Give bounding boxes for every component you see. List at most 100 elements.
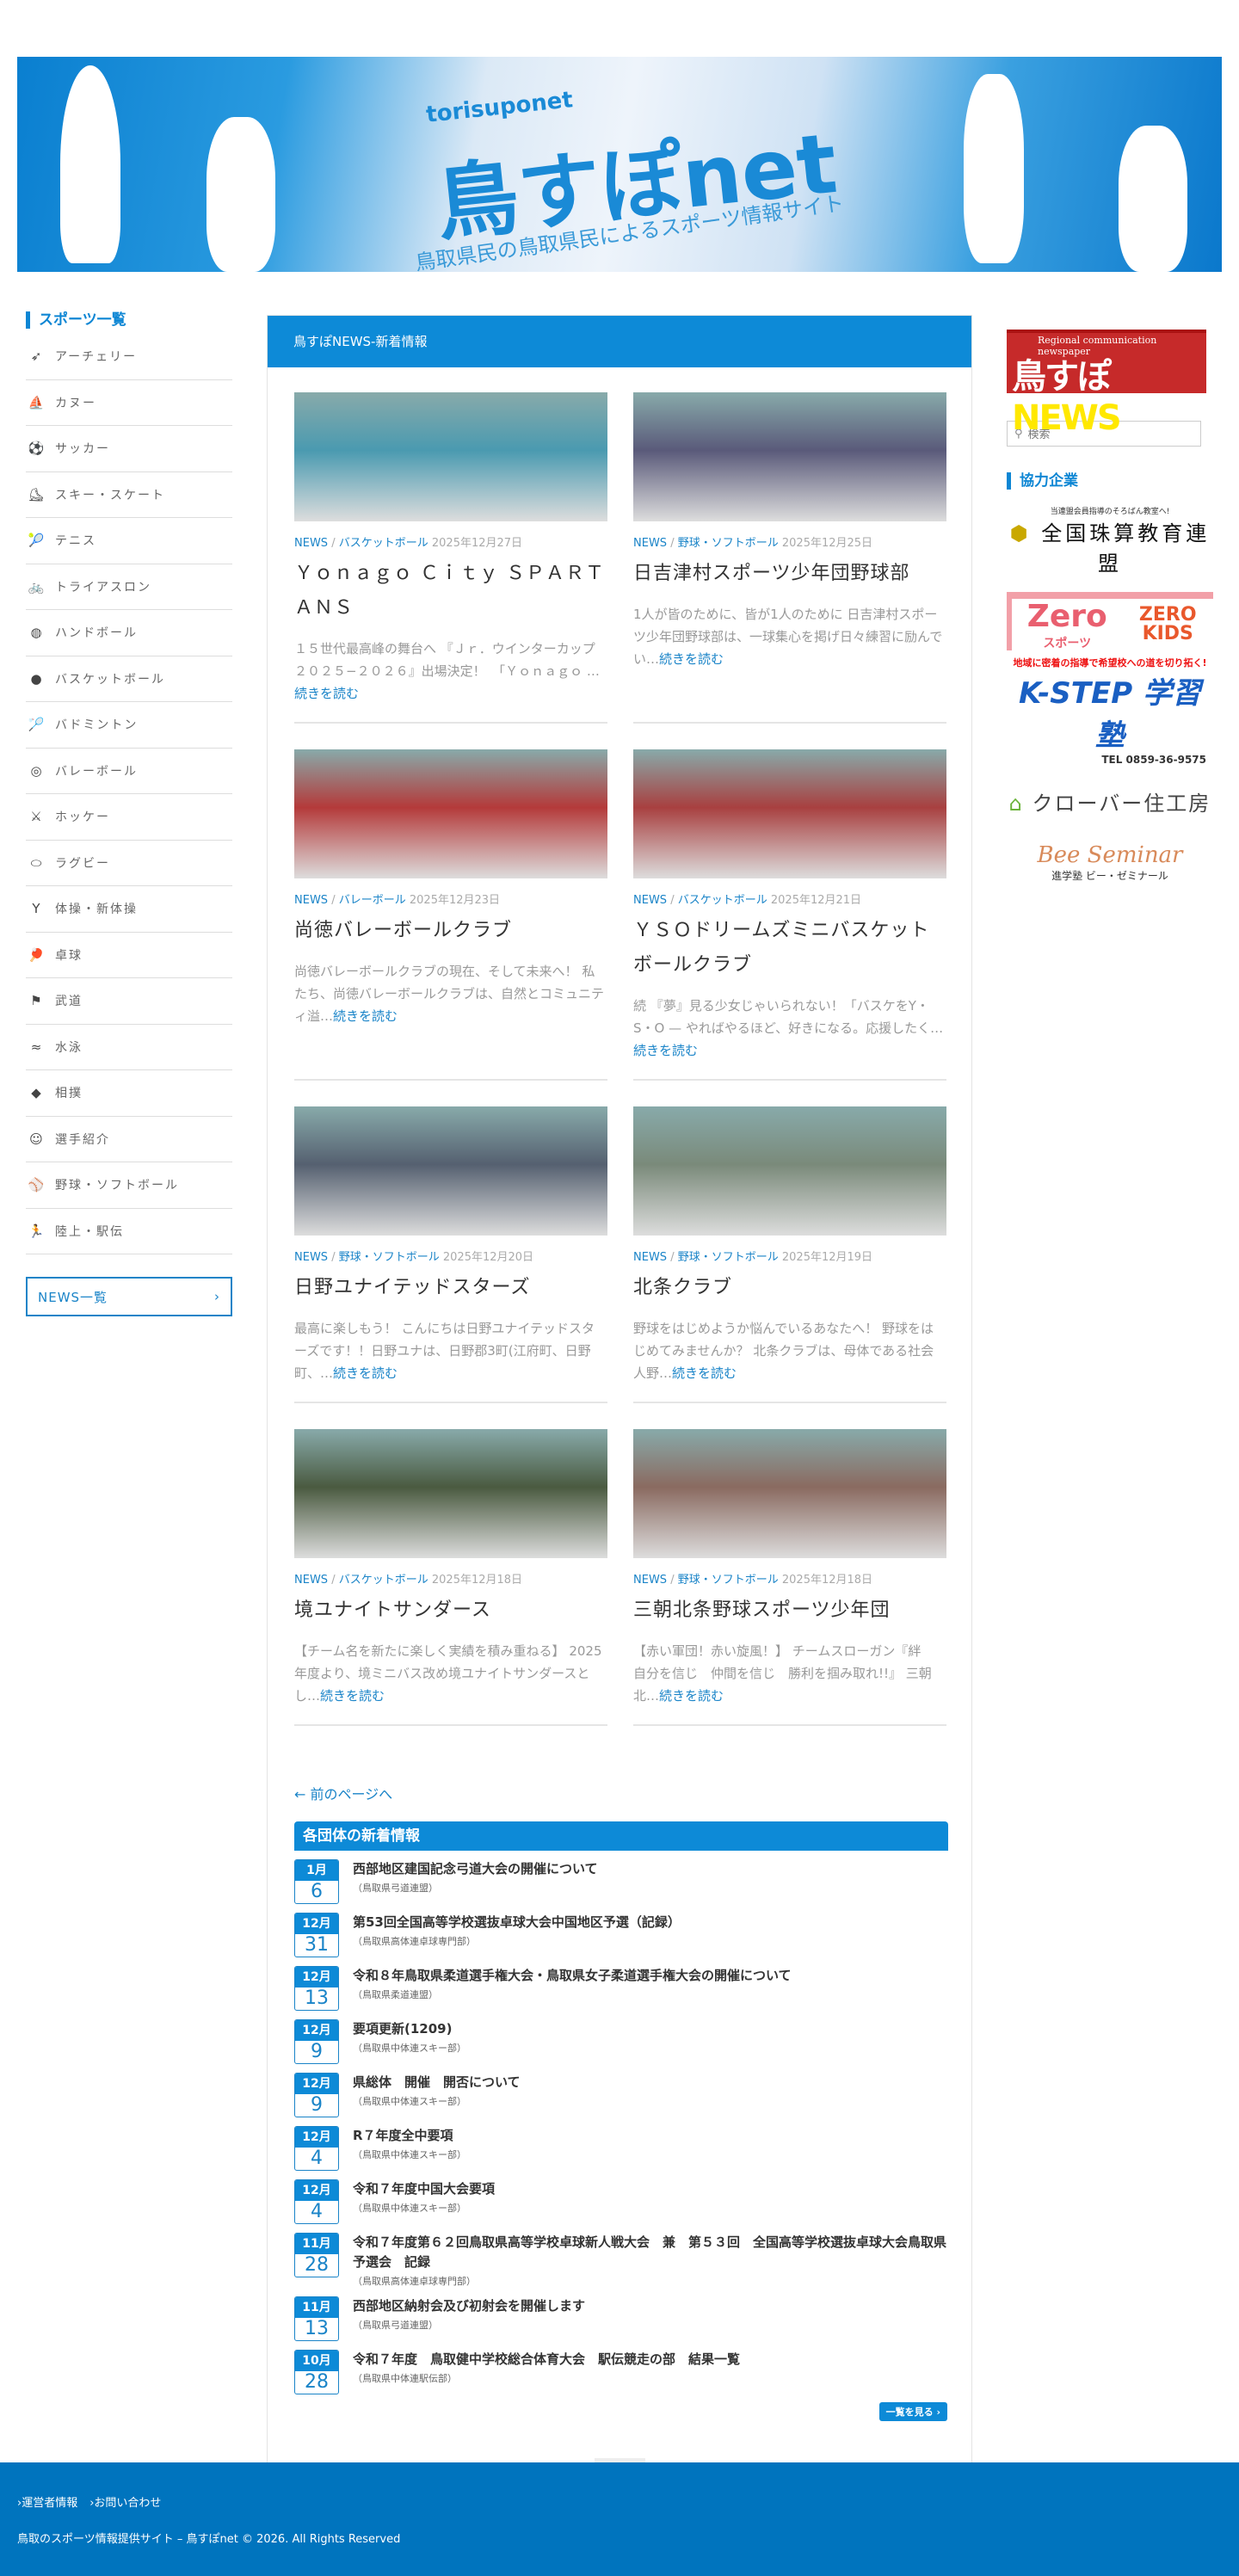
post-title[interactable]: 境ユナイトサンダース <box>294 1593 607 1628</box>
partner-clover[interactable]: ⌂ クローバー住工房 <box>1007 786 1213 817</box>
partner-bee-seminar[interactable]: Bee Seminar 進学塾 ビー・ゼミナール <box>1007 842 1213 883</box>
sport-item[interactable]: ☺ 選手紹介 <box>26 1117 232 1162</box>
sport-item[interactable]: ⛵ カヌー <box>26 380 232 426</box>
category-news-link[interactable]: NEWS <box>633 1574 667 1587</box>
partner-kstep[interactable]: 地域に密着の指導で希望校への道を切り拓く! K-STEP 学習塾 TEL 085… <box>1007 656 1213 766</box>
post-card[interactable]: NEWS / バスケットボール 2025年12月27日 Ｙｏｎａｇｏ Ｃｉｔｙ … <box>294 392 607 724</box>
sport-item[interactable]: ⚾ 野球・ソフトボール <box>26 1162 232 1209</box>
post-thumbnail[interactable] <box>294 1429 607 1558</box>
category-news-link[interactable]: NEWS <box>633 1251 667 1264</box>
post-title[interactable]: 日吉津村スポーツ少年団野球部 <box>633 557 946 591</box>
read-more-link[interactable]: 続きを読む <box>333 1008 398 1024</box>
post-thumbnail[interactable] <box>633 1429 946 1558</box>
category-news-link[interactable]: NEWS <box>294 537 328 550</box>
org-news-item[interactable]: 12月 4 R７年度全中要項 （鳥取県中体連スキー部） <box>294 2126 948 2171</box>
post-card[interactable]: NEWS / 野球・ソフトボール 2025年12月19日 北条クラブ 野球をはじ… <box>633 1106 946 1403</box>
org-news-item[interactable]: 12月 31 第53回全国高等学校選抜卓球大会中国地区予選（記録） （鳥取県高体連卓… <box>294 1913 948 1957</box>
read-more-link[interactable]: 続きを読む <box>672 1365 737 1381</box>
sport-item[interactable]: ◎ バレーボール <box>26 749 232 794</box>
category-link[interactable]: 野球・ソフトボール <box>678 1574 779 1587</box>
org-news-title[interactable]: R７年度全中要項 <box>353 2126 466 2146</box>
post-card[interactable]: NEWS / 野球・ソフトボール 2025年12月18日 三朝北条野球スポーツ少… <box>633 1429 946 1726</box>
post-card[interactable]: NEWS / バレーボール 2025年12月23日 尚徳バレーボールクラブ 尚徳… <box>294 749 607 1081</box>
sport-item[interactable]: ◍ ハンドボール <box>26 610 232 656</box>
category-news-link[interactable]: NEWS <box>633 537 667 550</box>
post-card[interactable]: NEWS / バスケットボール 2025年12月21日 ＹＳＯドリームズミニバス… <box>633 749 946 1081</box>
post-thumbnail[interactable] <box>294 1106 607 1236</box>
post-thumbnail[interactable] <box>294 392 607 521</box>
site-banner[interactable]: torisuponet 鳥すぽnet 鳥取県民の鳥取県民によるスポーツ情報サイト <box>17 57 1222 272</box>
org-news-item[interactable]: 11月 28 令和７年度第６２回鳥取県高等学校卓球新人戦大会 兼 第５３回 全国高… <box>294 2233 948 2288</box>
org-news-item[interactable]: 12月 9 要項更新(1209) （鳥取県中体連スキー部） <box>294 2019 948 2064</box>
read-more-link[interactable]: 続きを読む <box>320 1688 385 1704</box>
category-link[interactable]: バスケットボール <box>678 894 767 907</box>
sport-item[interactable]: ⚽ サッカー <box>26 426 232 472</box>
sport-item[interactable]: ⚑ 武道 <box>26 978 232 1025</box>
category-link[interactable]: バレーボール <box>339 894 406 907</box>
category-news-link[interactable]: NEWS <box>294 1574 328 1587</box>
sport-item[interactable]: 🏓 卓球 <box>26 933 232 978</box>
post-title[interactable]: 尚徳バレーボールクラブ <box>294 914 607 948</box>
sport-item[interactable]: 🚲 トライアスロン <box>26 564 232 610</box>
org-news-title[interactable]: 令和８年鳥取県柔道選手権大会・鳥取県女子柔道選手権大会の開催について <box>353 1966 792 1986</box>
partner-abacus-federation[interactable]: 当連盟会員指導のそろばん教室へ! ⬢ 全国珠算教育連盟 <box>1007 505 1213 576</box>
category-news-link[interactable]: NEWS <box>294 894 328 907</box>
read-more-link[interactable]: 続きを読む <box>659 1688 724 1704</box>
post-title[interactable]: 日野ユナイテッドスターズ <box>294 1271 607 1305</box>
read-more-link[interactable]: 続きを読む <box>333 1365 398 1381</box>
org-news-title[interactable]: 西部地区納射会及び初射会を開催します <box>353 2296 585 2316</box>
post-title[interactable]: 三朝北条野球スポーツ少年団 <box>633 1593 946 1628</box>
sport-item[interactable]: Y 体操・新体操 <box>26 886 232 933</box>
category-link[interactable]: バスケットボール <box>339 537 428 550</box>
category-link[interactable]: 野球・ソフトボール <box>678 1251 779 1264</box>
org-news-item[interactable]: 12月 13 令和８年鳥取県柔道選手権大会・鳥取県女子柔道選手権大会の開催について… <box>294 1966 948 2011</box>
post-card[interactable]: NEWS / 野球・ソフトボール 2025年12月20日 日野ユナイテッドスター… <box>294 1106 607 1403</box>
read-more-link[interactable]: 続きを読む <box>633 1043 698 1058</box>
org-news-item[interactable]: 10月 28 令和７年度 鳥取健中学校総合体育大会 駅伝競走の部 結果一覧 （鳥取県… <box>294 2350 948 2394</box>
torispo-news-ad[interactable]: Regional communication newspaper 鳥すぽNEWS <box>1007 330 1206 438</box>
post-card[interactable]: NEWS / 野球・ソフトボール 2025年12月25日 日吉津村スポーツ少年団… <box>633 392 946 724</box>
sport-item[interactable]: ⚔ ホッケー <box>26 794 232 841</box>
org-news-title[interactable]: 令和７年度中国大会要項 <box>353 2179 495 2199</box>
sport-item[interactable]: 🎾 テニス <box>26 518 232 564</box>
org-news-item[interactable]: 11月 13 西部地区納射会及び初射会を開催します （鳥取県弓道連盟） <box>294 2296 948 2341</box>
org-news-item[interactable]: 1月 6 西部地区建国記念弓道大会の開催について （鳥取県弓道連盟） <box>294 1859 948 1904</box>
category-link[interactable]: 野球・ソフトボール <box>339 1251 440 1264</box>
post-thumbnail[interactable] <box>633 749 946 878</box>
sport-item[interactable]: ◆ 相撲 <box>26 1070 232 1117</box>
post-title[interactable]: ＹＳＯドリームズミニバスケットボールクラブ <box>633 914 946 983</box>
post-thumbnail[interactable] <box>633 1106 946 1236</box>
read-more-link[interactable]: 続きを読む <box>659 651 724 667</box>
footer-link-operator[interactable]: ›運営者情報 <box>17 2493 77 2510</box>
sport-item[interactable]: ⛸ スキー・スケート <box>26 472 232 518</box>
org-news-item[interactable]: 12月 4 令和７年度中国大会要項 （鳥取県中体連スキー部） <box>294 2179 948 2224</box>
org-news-item[interactable]: 12月 9 県総体 開催 開否について （鳥取県中体連スキー部） <box>294 2073 948 2117</box>
view-all-button[interactable]: 一覧を見る › <box>878 2402 947 2421</box>
org-news-title[interactable]: 第53回全国高等学校選抜卓球大会中国地区予選（記録） <box>353 1913 681 1932</box>
footer-link-contact[interactable]: ›お問い合わせ <box>89 2493 161 2510</box>
sport-item[interactable]: ≈ 水泳 <box>26 1025 232 1070</box>
post-title[interactable]: 北条クラブ <box>633 1271 946 1305</box>
post-thumbnail[interactable] <box>633 392 946 521</box>
post-card[interactable]: NEWS / バスケットボール 2025年12月18日 境ユナイトサンダース 【… <box>294 1429 607 1726</box>
sport-item[interactable]: ⬭ ラグビー <box>26 841 232 886</box>
org-news-title[interactable]: 令和７年度第６２回鳥取県高等学校卓球新人戦大会 兼 第５３回 全国高等学校選抜卓… <box>353 2233 948 2272</box>
org-news-title[interactable]: 西部地区建国記念弓道大会の開催について <box>353 1859 598 1879</box>
news-list-button[interactable]: NEWS一覧 › <box>26 1277 232 1316</box>
read-more-link[interactable]: 続きを読む <box>294 686 359 701</box>
category-link[interactable]: バスケットボール <box>339 1574 428 1587</box>
post-thumbnail[interactable] <box>294 749 607 878</box>
category-news-link[interactable]: NEWS <box>294 1251 328 1264</box>
category-news-link[interactable]: NEWS <box>633 894 667 907</box>
post-title[interactable]: Ｙｏｎａｇｏ Ｃｉｔｙ ＳＰＡＲＴＡＮＳ <box>294 557 607 626</box>
category-link[interactable]: 野球・ソフトボール <box>678 537 779 550</box>
org-news-title[interactable]: 県総体 開催 開否について <box>353 2073 521 2092</box>
prev-page-link[interactable]: ← 前のページへ <box>294 1783 392 1803</box>
partner-zero-sports[interactable]: Zero スポーツ ZERO KIDS <box>1007 592 1213 650</box>
sport-item[interactable]: ● バスケットボール <box>26 656 232 702</box>
sport-item[interactable]: 🏃 陸上・駅伝 <box>26 1209 232 1254</box>
org-news-title[interactable]: 令和７年度 鳥取健中学校総合体育大会 駅伝競走の部 結果一覧 <box>353 2350 740 2370</box>
org-news-title[interactable]: 要項更新(1209) <box>353 2019 466 2039</box>
sport-item[interactable]: 🏸 バドミントン <box>26 702 232 749</box>
sport-item[interactable]: ➶ アーチェリー <box>26 334 232 380</box>
